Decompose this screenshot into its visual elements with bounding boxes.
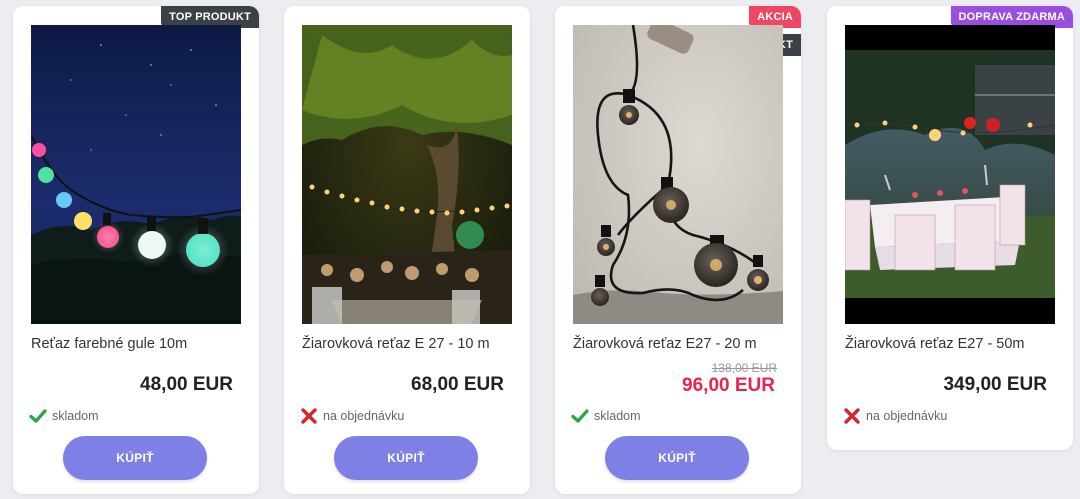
x-icon [844,408,860,424]
stock-label: skladom [594,409,641,423]
stock-status: na objednávku [843,407,947,425]
product-image[interactable] [845,25,1055,324]
product-image[interactable] [573,25,783,324]
product-image[interactable] [31,25,241,324]
product-name[interactable]: Žiarovková reťaz E27 - 50m [845,336,1057,352]
product-price: 48,00 EUR [140,374,233,395]
buy-button[interactable]: KÚPIŤ [605,436,749,480]
product-image[interactable] [302,25,512,324]
stock-status: skladom [29,407,99,425]
stock-label: na objednávku [323,409,405,423]
x-icon [301,408,317,424]
product-name[interactable]: Reťaz farebné gule 10m [31,336,243,352]
product-card[interactable]: AKCIA TOP PRODUKT [555,6,801,494]
product-price: 349,00 EUR [943,374,1047,395]
product-card[interactable]: DOPRAVA ZDARMA Žiarovková reťaz E27 - 50… [827,6,1073,450]
sale-price: 96,00 EUR [682,375,775,396]
product-card[interactable]: TOP PRODUKT Reťaz farebné gule 10m 48,00… [13,6,259,494]
stock-label: na objednávku [866,409,948,423]
stock-status: skladom [571,407,641,425]
check-icon [571,409,589,423]
original-price: 138,00 EUR [711,361,777,375]
product-card[interactable]: Žiarovková reťaz E 27 - 10 m 68,00 EUR n… [284,6,530,494]
stock-label: skladom [52,409,99,423]
product-price: 68,00 EUR [411,374,504,395]
check-icon [29,409,47,423]
buy-button[interactable]: KÚPIŤ [63,436,207,480]
stock-status: na objednávku [300,407,404,425]
buy-button[interactable]: KÚPIŤ [334,436,478,480]
product-name[interactable]: Žiarovková reťaz E27 - 20 m [573,336,785,352]
product-name[interactable]: Žiarovková reťaz E 27 - 10 m [302,336,514,352]
